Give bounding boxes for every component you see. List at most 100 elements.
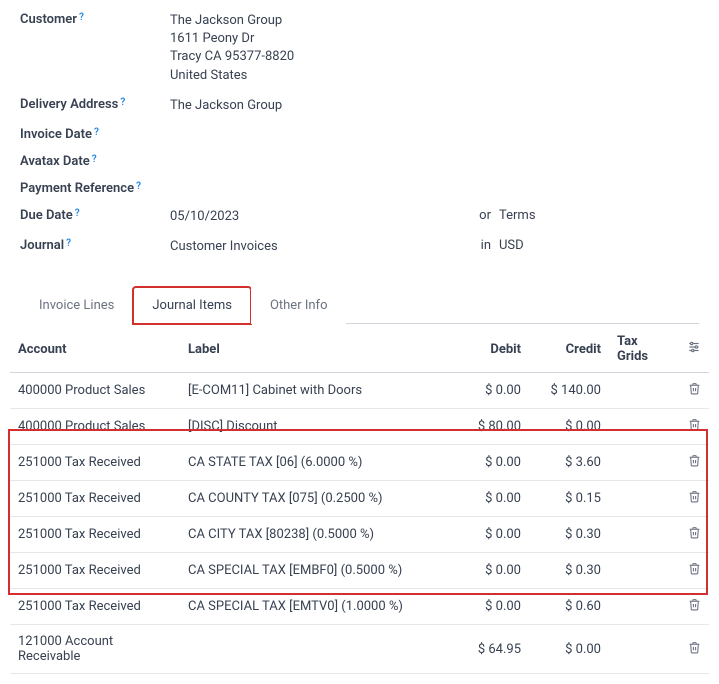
journal-value[interactable]: Customer Invoices: [170, 238, 278, 256]
due-date-terms[interactable]: Terms: [499, 208, 699, 223]
trash-icon[interactable]: [688, 641, 701, 654]
cell-credit[interactable]: $ 3.60: [529, 445, 609, 481]
row-customer: Customer? The Jackson Group 1611 Peony D…: [20, 6, 699, 91]
cell-label[interactable]: [DISC] Discount: [180, 409, 449, 445]
cell-label[interactable]: CA COUNTY TAX [075] (0.2500 %): [180, 481, 449, 517]
cell-tax-grids[interactable]: [609, 589, 679, 625]
due-date-value[interactable]: 05/10/2023: [170, 208, 239, 226]
cell-account[interactable]: 251000 Tax Received: [10, 553, 180, 589]
cell-debit[interactable]: $ 64.95: [449, 625, 529, 674]
cell-account[interactable]: 251000 Tax Received: [10, 517, 180, 553]
trash-icon[interactable]: [688, 598, 701, 611]
cell-debit[interactable]: $ 0.00: [449, 517, 529, 553]
cell-debit[interactable]: $ 0.00: [449, 553, 529, 589]
due-date-or: or: [469, 208, 499, 223]
cell-account[interactable]: 251000 Tax Received: [10, 589, 180, 625]
row-invoice-date: Invoice Date?: [20, 121, 699, 148]
trash-icon[interactable]: [688, 490, 701, 503]
help-icon[interactable]: ?: [136, 181, 141, 192]
cell-tax-grids[interactable]: [609, 517, 679, 553]
customer-addr1: 1611 Peony Dr: [170, 30, 294, 48]
col-label[interactable]: Label: [180, 324, 449, 373]
row-due-date: Due Date? 05/10/2023 or Terms: [20, 202, 699, 232]
table-row[interactable]: 251000 Tax Received CA COUNTY TAX [075] …: [10, 481, 709, 517]
row-avatax-date: Avatax Date?: [20, 148, 699, 175]
journal-currency[interactable]: USD: [499, 238, 699, 253]
table-header-row: Account Label Debit Credit Tax Grids: [10, 324, 709, 373]
trash-icon[interactable]: [688, 562, 701, 575]
col-credit[interactable]: Credit: [529, 324, 609, 373]
col-settings[interactable]: [679, 324, 709, 373]
settings-icon[interactable]: [687, 340, 701, 354]
help-icon[interactable]: ?: [120, 97, 125, 108]
row-delivery: Delivery Address? The Jackson Group: [20, 91, 699, 121]
table-row[interactable]: 251000 Tax Received CA CITY TAX [80238] …: [10, 517, 709, 553]
journal-label: Journal?: [20, 238, 170, 256]
cell-account[interactable]: 121000 Account Receivable: [10, 625, 180, 674]
cell-tax-grids[interactable]: [609, 481, 679, 517]
tab-bar: Invoice Lines Journal Items Other Info: [20, 286, 699, 324]
col-account[interactable]: Account: [10, 324, 180, 373]
cell-debit[interactable]: $ 80.00: [449, 409, 529, 445]
trash-icon[interactable]: [688, 526, 701, 539]
help-icon[interactable]: ?: [75, 208, 80, 219]
help-icon[interactable]: ?: [66, 238, 71, 249]
tab-other-info[interactable]: Other Info: [251, 287, 347, 324]
trash-icon[interactable]: [688, 382, 701, 395]
delivery-value[interactable]: The Jackson Group: [170, 97, 282, 115]
customer-name: The Jackson Group: [170, 12, 294, 30]
customer-addr2: Tracy CA 95377-8820: [170, 48, 294, 66]
cell-debit[interactable]: $ 0.00: [449, 445, 529, 481]
cell-credit[interactable]: $ 0.60: [529, 589, 609, 625]
table-row[interactable]: 251000 Tax Received CA SPECIAL TAX [EMBF…: [10, 553, 709, 589]
customer-addr3: United States: [170, 67, 294, 85]
trash-icon[interactable]: [688, 454, 701, 467]
cell-tax-grids[interactable]: [609, 373, 679, 409]
cell-tax-grids[interactable]: [609, 625, 679, 674]
help-icon[interactable]: ?: [79, 12, 84, 23]
table-row[interactable]: 400000 Product Sales [DISC] Discount $ 8…: [10, 409, 709, 445]
journal-items-table-wrap: Account Label Debit Credit Tax Grids 400…: [0, 324, 719, 684]
cell-tax-grids[interactable]: [609, 553, 679, 589]
cell-label[interactable]: [E-COM11] Cabinet with Doors: [180, 373, 449, 409]
cell-debit[interactable]: $ 0.00: [449, 589, 529, 625]
col-tax-grids[interactable]: Tax Grids: [609, 324, 679, 373]
cell-account[interactable]: 251000 Tax Received: [10, 445, 180, 481]
invoice-date-label: Invoice Date?: [20, 127, 170, 142]
delivery-label: Delivery Address?: [20, 97, 170, 112]
cell-credit[interactable]: $ 140.00: [529, 373, 609, 409]
cell-tax-grids[interactable]: [609, 445, 679, 481]
customer-value[interactable]: The Jackson Group 1611 Peony Dr Tracy CA…: [170, 12, 294, 85]
form-area: Customer? The Jackson Group 1611 Peony D…: [0, 0, 719, 280]
cell-tax-grids[interactable]: [609, 409, 679, 445]
due-date-label: Due Date?: [20, 208, 170, 226]
journal-items-table: Account Label Debit Credit Tax Grids 400…: [10, 324, 709, 674]
cell-label[interactable]: CA SPECIAL TAX [EMBF0] (0.5000 %): [180, 553, 449, 589]
table-row[interactable]: 251000 Tax Received CA SPECIAL TAX [EMTV…: [10, 589, 709, 625]
table-row[interactable]: 251000 Tax Received CA STATE TAX [06] (6…: [10, 445, 709, 481]
cell-label[interactable]: CA CITY TAX [80238] (0.5000 %): [180, 517, 449, 553]
cell-label[interactable]: [180, 625, 449, 674]
cell-label[interactable]: CA STATE TAX [06] (6.0000 %): [180, 445, 449, 481]
tab-journal-items[interactable]: Journal Items: [133, 287, 251, 324]
row-journal: Journal? Customer Invoices in USD: [20, 232, 699, 262]
tab-invoice-lines[interactable]: Invoice Lines: [20, 287, 133, 324]
cell-account[interactable]: 251000 Tax Received: [10, 481, 180, 517]
help-icon[interactable]: ?: [94, 127, 99, 138]
table-row[interactable]: 121000 Account Receivable $ 64.95 $ 0.00: [10, 625, 709, 674]
cell-label[interactable]: CA SPECIAL TAX [EMTV0] (1.0000 %): [180, 589, 449, 625]
cell-credit[interactable]: $ 0.00: [529, 625, 609, 674]
cell-account[interactable]: 400000 Product Sales: [10, 409, 180, 445]
cell-credit[interactable]: $ 0.15: [529, 481, 609, 517]
cell-account[interactable]: 400000 Product Sales: [10, 373, 180, 409]
trash-icon[interactable]: [688, 418, 701, 431]
cell-credit[interactable]: $ 0.00: [529, 409, 609, 445]
payment-reference-label: Payment Reference?: [20, 181, 141, 196]
table-row[interactable]: 400000 Product Sales [E-COM11] Cabinet w…: [10, 373, 709, 409]
cell-credit[interactable]: $ 0.30: [529, 553, 609, 589]
help-icon[interactable]: ?: [92, 154, 97, 165]
col-debit[interactable]: Debit: [449, 324, 529, 373]
cell-debit[interactable]: $ 0.00: [449, 373, 529, 409]
cell-debit[interactable]: $ 0.00: [449, 481, 529, 517]
cell-credit[interactable]: $ 0.30: [529, 517, 609, 553]
